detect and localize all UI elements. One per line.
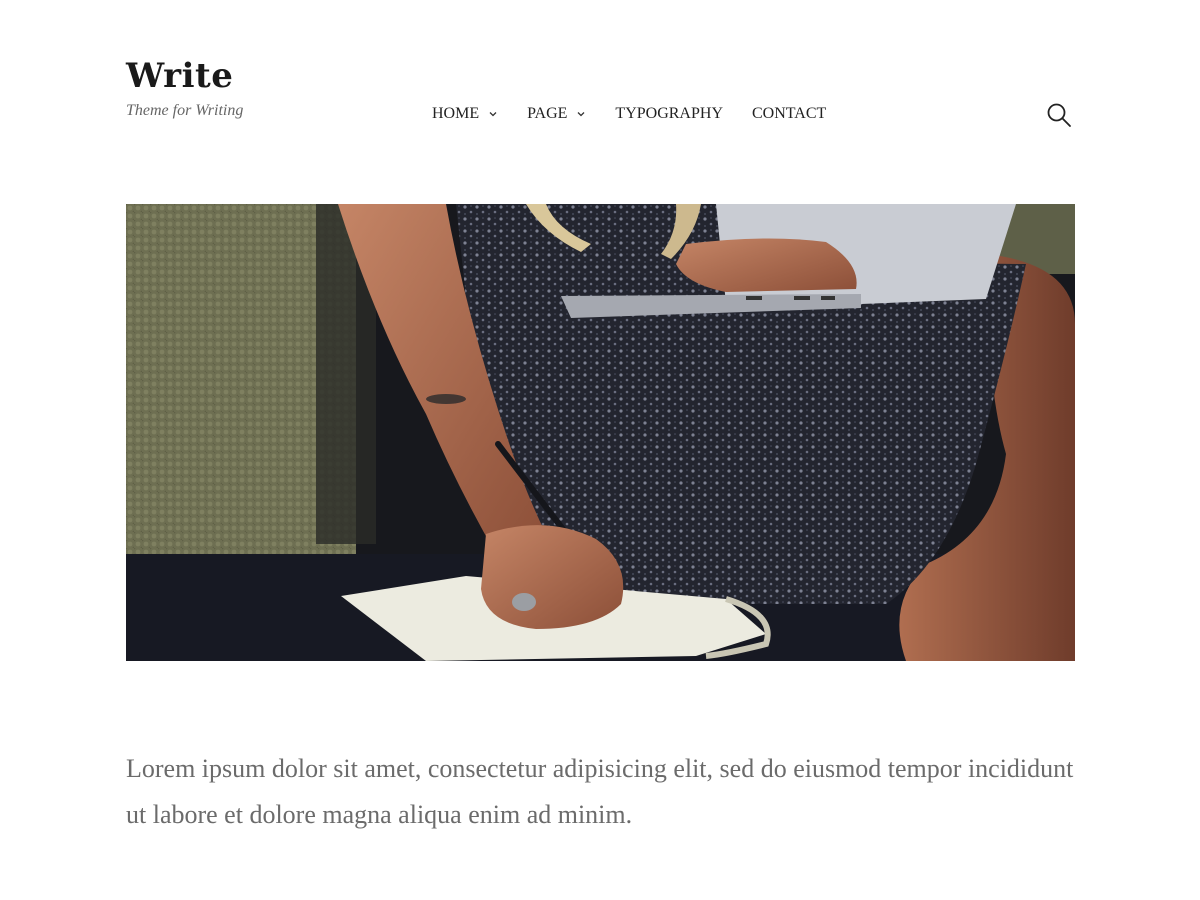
main-navigation: HOME PAGE TYPOGRAPHY CONTACT xyxy=(432,104,855,124)
hero-photo-illustration xyxy=(126,204,1075,661)
nav-item-home[interactable]: HOME xyxy=(432,104,498,124)
hero-image xyxy=(126,204,1075,661)
nav-item-label: CONTACT xyxy=(752,105,827,122)
site-tagline: Theme for Writing xyxy=(126,102,244,119)
nav-item-label: HOME xyxy=(432,105,480,122)
nav-item-label: PAGE xyxy=(527,105,568,122)
site-title[interactable]: Write xyxy=(126,56,243,96)
nav-item-page[interactable]: PAGE xyxy=(527,104,586,124)
nav-item-typography[interactable]: TYPOGRAPHY xyxy=(615,104,723,124)
site-branding: Write Theme for Writing xyxy=(126,56,243,120)
search-icon xyxy=(1047,103,1071,127)
search-button[interactable] xyxy=(1046,102,1072,128)
intro-paragraph: Lorem ipsum dolor sit amet, consectetur … xyxy=(126,754,1074,829)
nav-item-label: TYPOGRAPHY xyxy=(615,105,723,122)
nav-item-contact[interactable]: CONTACT xyxy=(752,104,826,124)
page: Write Theme for Writing HOME PAGE TYPOGR… xyxy=(0,0,1200,900)
chevron-down-icon xyxy=(576,109,586,119)
chevron-down-icon xyxy=(488,109,498,119)
